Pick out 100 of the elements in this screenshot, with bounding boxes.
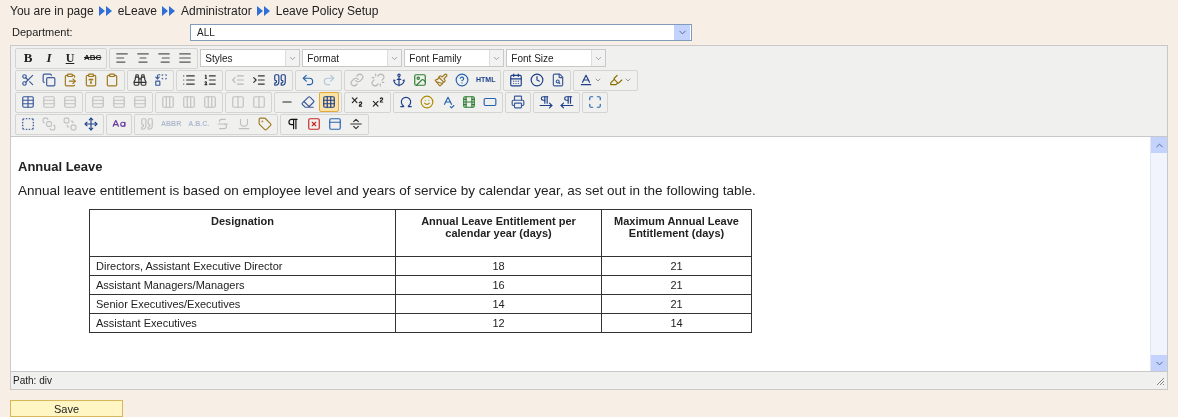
redo-icon	[322, 73, 336, 87]
toolbar-button[interactable]: I	[39, 48, 59, 68]
pilcrow-icon	[286, 117, 301, 131]
fullscreen-icon	[588, 95, 602, 109]
deleted-text-icon	[216, 117, 231, 131]
grid-icon	[322, 95, 336, 109]
preview-icon	[551, 73, 566, 87]
cite-icon	[140, 117, 154, 131]
format-dropdown[interactable]: Font Size	[506, 49, 607, 67]
absolute-position-icon	[84, 117, 98, 131]
column-header: Annual Leave Entitlement per calendar year (days)	[395, 209, 602, 257]
brush-icon	[434, 73, 448, 87]
nonbreaking-icon	[307, 117, 322, 131]
merge-cells-icon	[252, 95, 266, 109]
table-cell: Assistant Managers/Managers	[89, 275, 396, 295]
caret-icon	[594, 76, 603, 84]
format-dropdown[interactable]: Styles	[200, 49, 301, 67]
insert-row-icon	[91, 95, 105, 109]
department-label: Department:	[12, 24, 74, 40]
table-cell: Directors, Assistant Executive Director	[89, 256, 396, 276]
numbered-list-icon	[203, 73, 217, 87]
table-cell: 21	[601, 294, 752, 314]
inserted-text-icon	[237, 117, 252, 131]
smiley-icon	[420, 95, 434, 109]
image-icon	[413, 73, 427, 87]
paste-icon	[63, 73, 77, 87]
page-break-icon	[349, 117, 364, 131]
omega-icon	[399, 95, 413, 109]
format-dropdown[interactable]: Font Family	[404, 49, 505, 67]
resize-grip-icon[interactable]	[1155, 375, 1165, 386]
dropdown-label: Format	[306, 51, 340, 66]
align-center-icon	[136, 51, 151, 65]
table-cell: Assistant Executives	[89, 313, 396, 333]
undo-icon	[301, 73, 315, 87]
double-arrow-icon	[97, 6, 114, 16]
row-properties-icon	[42, 95, 56, 109]
table-cell: 21	[601, 256, 752, 276]
highlight-icon	[609, 73, 624, 87]
content-heading: Annual Leave	[18, 158, 104, 176]
align-right-icon	[157, 51, 172, 65]
text-color-icon	[579, 73, 594, 87]
toolbar-button[interactable]: B	[18, 48, 38, 68]
double-arrow-icon	[161, 6, 177, 16]
split-cells-icon	[231, 95, 245, 109]
delete-column-icon	[203, 95, 217, 109]
table-cell: 12	[395, 313, 602, 333]
breadcrumb-link[interactable]: Administrator	[181, 2, 252, 20]
cut-icon	[21, 73, 35, 87]
bring-forward-icon	[42, 117, 56, 131]
eraser-icon	[301, 95, 315, 109]
superscript-icon	[371, 95, 385, 109]
element-path: Path: div	[13, 374, 52, 388]
send-backward-icon	[63, 117, 77, 131]
help-icon	[455, 73, 469, 87]
clock-icon	[530, 73, 545, 87]
table-cell: 18	[395, 256, 602, 276]
unlink-icon	[371, 73, 385, 87]
bullet-list-icon	[182, 73, 196, 87]
department-select[interactable]: ALL	[190, 23, 692, 41]
bar-icon	[483, 95, 497, 109]
breadcrumb-link[interactable]: eLeave	[117, 2, 157, 20]
layer-icon	[21, 117, 35, 131]
table-cell: 16	[395, 275, 602, 295]
dropdown-label: Font Size	[510, 51, 555, 66]
binoculars-icon	[133, 73, 147, 87]
film-icon	[462, 95, 476, 109]
dropdown-label: Styles	[204, 51, 234, 66]
insert-row-icon	[112, 95, 126, 109]
toolbar-button[interactable]: ABC	[81, 48, 105, 68]
column-header: Maximum Annual Leave Entitlement (days)	[601, 209, 752, 257]
column-header: Designation	[89, 209, 396, 257]
toolbar-button[interactable]: U	[60, 48, 80, 68]
insert-column-icon	[161, 95, 175, 109]
attributes-icon	[258, 117, 273, 131]
table-cell: 21	[601, 275, 752, 295]
paste-word-icon	[105, 73, 119, 87]
quote-icon	[273, 73, 287, 87]
caret-icon	[624, 76, 633, 84]
outdent-icon	[231, 73, 245, 87]
replace-icon	[154, 73, 168, 87]
calendar-icon	[509, 73, 524, 87]
breadcrumb-link[interactable]: Leave Policy Setup	[275, 2, 379, 20]
format-dropdown[interactable]: Format	[302, 49, 403, 67]
double-arrow-icon	[255, 6, 272, 16]
save-button[interactable]: Save	[10, 400, 123, 417]
scroll-down-icon	[1151, 355, 1167, 371]
paste-text-icon	[84, 73, 98, 87]
anchor-icon	[392, 73, 406, 87]
cell-properties-icon	[63, 95, 77, 109]
left-to-right-icon	[539, 95, 553, 109]
insert-column-icon	[182, 95, 196, 109]
content-paragraph: Annual leave entitlement is based on employee level and years of service by calendar year, as set out in the following table.	[18, 181, 757, 200]
toolbar-button[interactable]	[319, 92, 339, 112]
copy-icon	[42, 73, 56, 87]
template-icon	[328, 117, 343, 131]
delete-row-icon	[133, 95, 147, 109]
table-properties-icon	[21, 95, 35, 109]
right-to-left-icon	[560, 95, 574, 109]
align-justify-icon	[178, 51, 193, 65]
table-cell: 14	[601, 313, 752, 333]
